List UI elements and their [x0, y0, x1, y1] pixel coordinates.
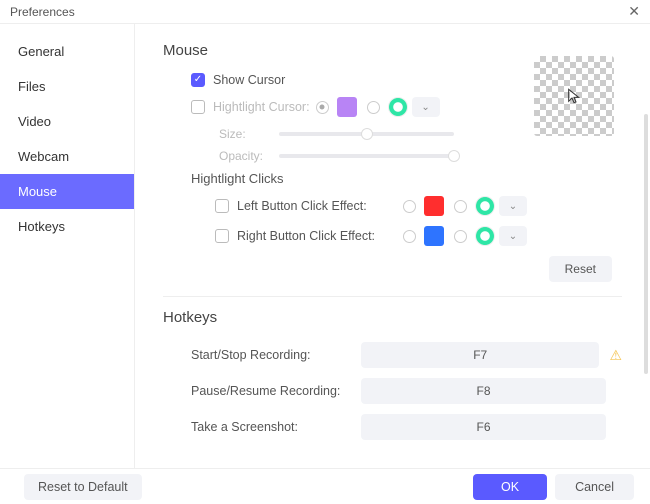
warning-icon: ⚠ [609, 347, 622, 364]
chevron-down-icon: ⌄ [421, 102, 429, 113]
right-color-radio[interactable] [403, 230, 416, 243]
left-color-swatch[interactable] [424, 196, 444, 216]
divider [163, 296, 622, 297]
chevron-down-icon: ⌄ [509, 231, 517, 242]
content-panel: Mouse Show Cursor Hightlight Cursor: ⌄ [135, 24, 650, 468]
opacity-slider[interactable] [279, 154, 454, 158]
show-cursor-label: Show Cursor [213, 73, 285, 87]
hotkey-label: Start/Stop Recording: [191, 348, 361, 362]
sidebar-item-label: Hotkeys [18, 219, 65, 234]
right-effect-label: Right Button Click Effect: [237, 229, 397, 243]
left-effect-label: Left Button Click Effect: [237, 199, 397, 213]
sidebar-item-label: Webcam [18, 149, 69, 164]
opacity-slider-row: Opacity: [219, 149, 622, 163]
sidebar-item-label: Video [18, 114, 51, 129]
highlight-style-dropdown[interactable]: ⌄ [412, 97, 440, 117]
hotkey-label: Take a Screenshot: [191, 420, 361, 434]
hotkey-field-pause[interactable]: F8 [361, 378, 606, 404]
highlight-ring-radio[interactable] [367, 101, 380, 114]
sidebar-item-label: General [18, 44, 64, 59]
ring-icon [475, 196, 495, 216]
reset-button[interactable]: Reset [549, 256, 612, 282]
show-cursor-checkbox[interactable] [191, 73, 205, 87]
left-click-effect-row: Left Button Click Effect: ⌄ [163, 196, 622, 216]
sidebar-item-label: Mouse [18, 184, 57, 199]
section-title-hotkeys: Hotkeys [163, 309, 622, 326]
titlebar: Preferences ✕ [0, 0, 650, 24]
right-style-dropdown[interactable]: ⌄ [499, 226, 527, 246]
close-icon[interactable]: ✕ [628, 3, 640, 20]
reset-default-button[interactable]: Reset to Default [24, 474, 142, 500]
left-ring-radio[interactable] [454, 200, 467, 213]
left-color-radio[interactable] [403, 200, 416, 213]
highlight-clicks-heading: Hightlight Clicks [163, 171, 622, 186]
highlight-color-swatch[interactable] [337, 97, 357, 117]
hotkey-row-pause: Pause/Resume Recording: F8 [163, 378, 622, 404]
size-label: Size: [219, 127, 279, 141]
highlight-cursor-checkbox[interactable] [191, 100, 205, 114]
sidebar-item-hotkeys[interactable]: Hotkeys [0, 209, 134, 244]
cursor-preview [534, 56, 614, 136]
right-click-effect-row: Right Button Click Effect: ⌄ [163, 226, 622, 246]
sidebar-item-files[interactable]: Files [0, 69, 134, 104]
hotkey-label: Pause/Resume Recording: [191, 384, 361, 398]
cancel-button[interactable]: Cancel [555, 474, 634, 500]
size-slider[interactable] [279, 132, 454, 136]
chevron-down-icon: ⌄ [509, 201, 517, 212]
sidebar-item-webcam[interactable]: Webcam [0, 139, 134, 174]
right-ring-radio[interactable] [454, 230, 467, 243]
sidebar-item-general[interactable]: General [0, 34, 134, 69]
hotkey-row-startstop: Start/Stop Recording: F7 ⚠ [163, 342, 622, 368]
left-effect-checkbox[interactable] [215, 199, 229, 213]
sidebar-item-mouse[interactable]: Mouse [0, 174, 134, 209]
highlight-color-radio[interactable] [316, 101, 329, 114]
sidebar-item-label: Files [18, 79, 45, 94]
hotkey-field-screenshot[interactable]: F6 [361, 414, 606, 440]
size-slider-thumb[interactable] [361, 128, 373, 140]
opacity-slider-thumb[interactable] [448, 150, 460, 162]
scrollbar[interactable] [644, 114, 648, 374]
sidebar-item-video[interactable]: Video [0, 104, 134, 139]
cursor-arrow-icon [566, 88, 582, 104]
sidebar: General Files Video Webcam Mouse Hotkeys [0, 24, 135, 468]
window-title: Preferences [10, 5, 75, 19]
hotkey-row-screenshot: Take a Screenshot: F6 [163, 414, 622, 440]
hotkey-field-startstop[interactable]: F7 [361, 342, 599, 368]
left-style-dropdown[interactable]: ⌄ [499, 196, 527, 216]
right-effect-checkbox[interactable] [215, 229, 229, 243]
highlight-cursor-label: Hightlight Cursor: [213, 100, 310, 114]
right-color-swatch[interactable] [424, 226, 444, 246]
ring-icon [475, 226, 495, 246]
ok-button[interactable]: OK [473, 474, 547, 500]
opacity-label: Opacity: [219, 149, 279, 163]
ring-icon [388, 97, 408, 117]
footer: Reset to Default OK Cancel [0, 468, 650, 504]
